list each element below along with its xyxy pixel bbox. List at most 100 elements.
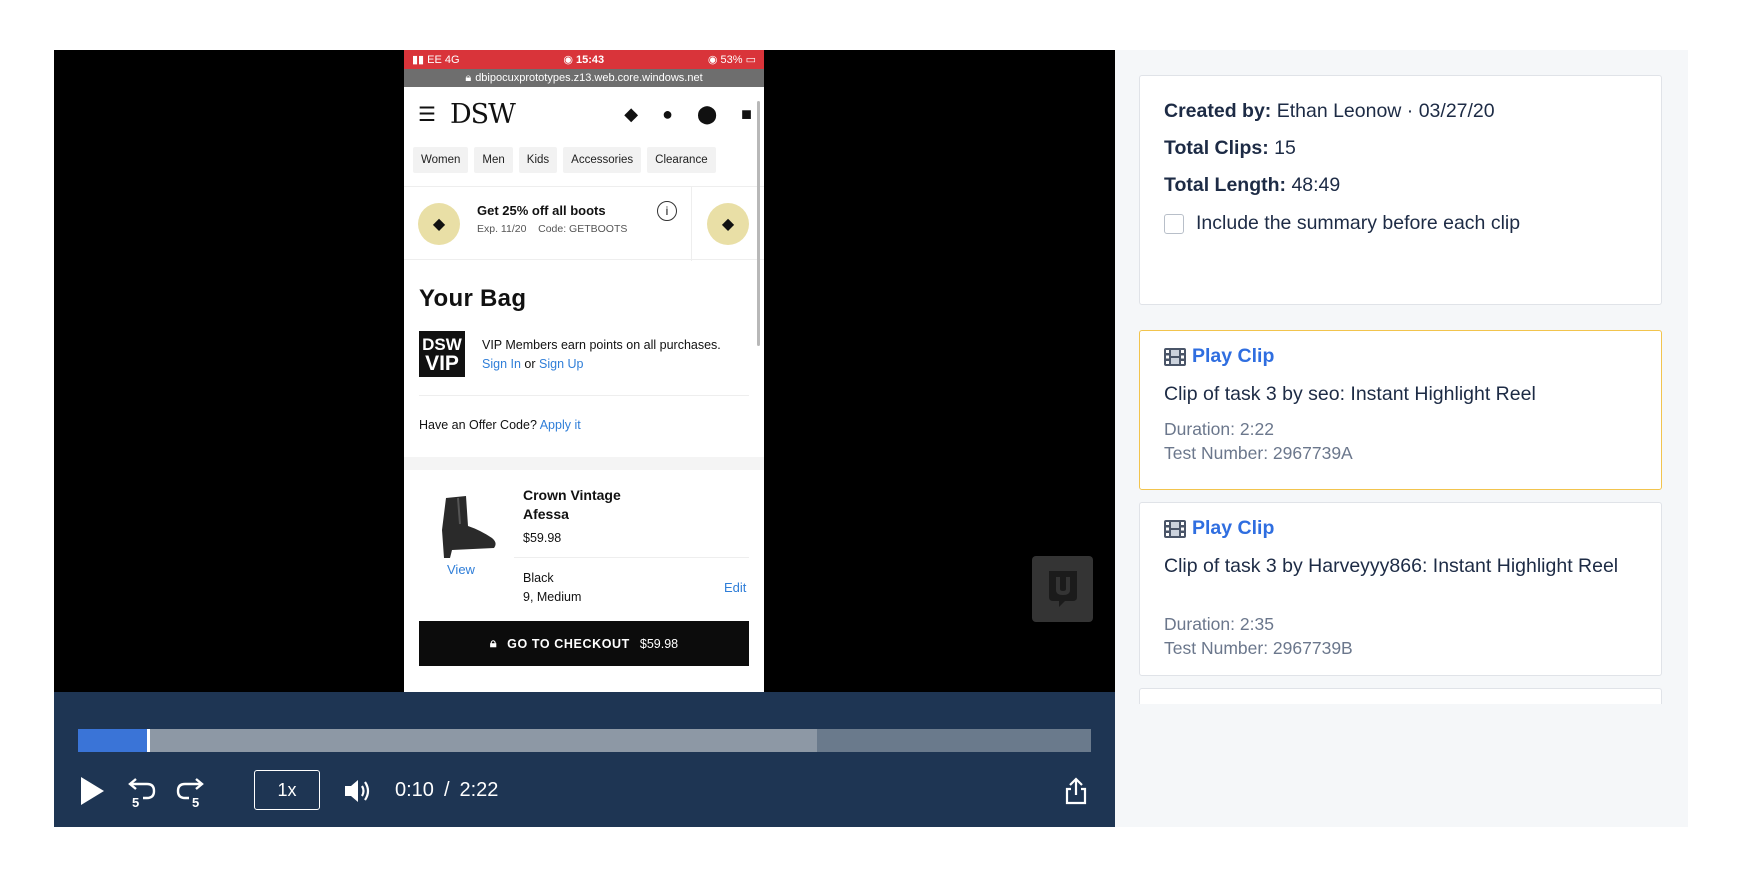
promo-code: Code: GETBOOTS — [538, 223, 628, 235]
play-icon — [81, 776, 104, 805]
rewind-5-button[interactable]: 5 — [126, 770, 158, 811]
category-men: Men — [474, 146, 513, 173]
play-clip-link[interactable]: Play Clip — [1164, 517, 1274, 540]
dsw-vip-logo: DSW VIP — [419, 331, 465, 377]
clip-card-partial[interactable] — [1139, 688, 1662, 704]
lock-icon: 🔒︎ — [465, 71, 472, 84]
promo-divider — [691, 187, 692, 261]
share-button[interactable] — [1062, 770, 1090, 811]
clip-test-number: Test Number: 2967739B — [1164, 638, 1353, 658]
vip-links: Sign In or Sign Up — [482, 357, 584, 371]
promo-tag-icon: ◆ — [418, 203, 460, 245]
progress-bar[interactable] — [78, 729, 1091, 752]
section-gap — [404, 457, 764, 470]
account-icon: ● — [662, 104, 673, 124]
total-clips: Total Clips: 15 — [1164, 137, 1296, 159]
offer-code-row: Have an Offer Code? Apply it — [419, 418, 581, 432]
rewind-5-icon: 5 — [128, 777, 156, 808]
total-time: 2:22 — [459, 779, 499, 801]
dsw-logo: DSW — [449, 99, 516, 130]
play-clip-link[interactable]: Play Clip — [1164, 345, 1274, 368]
usertesting-logo-icon — [1032, 556, 1093, 622]
category-nav: Women Men Kids Accessories Clearance — [404, 142, 764, 177]
film-icon — [1164, 347, 1186, 366]
apply-offer-link: Apply it — [539, 418, 581, 432]
clip-test-number: Test Number: 2967739A — [1164, 443, 1353, 463]
include-summary-option[interactable]: Include the summary before each clip — [1164, 212, 1520, 235]
svg-text:5: 5 — [192, 795, 199, 808]
tag-icon: ◆ — [624, 104, 639, 124]
forward-5-icon: 5 — [176, 777, 204, 808]
current-time: 0:10 — [395, 779, 434, 801]
category-clearance: Clearance — [647, 146, 716, 173]
lock-icon: 🔒︎ — [489, 636, 498, 650]
clip-duration: Duration: 2:22 — [1164, 419, 1274, 439]
signal-icon: ▮▮ — [412, 54, 425, 66]
product-size: 9, Medium — [523, 590, 582, 604]
phone-status-bar: ▮▮ EE 4G ◉ 15:43 ◉ 53% ▭ — [404, 50, 764, 69]
volume-icon — [345, 779, 370, 802]
forward-5-button[interactable]: 5 — [174, 770, 206, 811]
promo-banner: ◆ Get 25% off all boots Exp. 11/20 Code:… — [404, 186, 764, 261]
player-controls: 5 5 1x 0:10 / 2:22 — [54, 692, 1115, 827]
play-button[interactable] — [78, 770, 106, 811]
product-price: $59.98 — [523, 531, 562, 545]
phone-url: dbipocuxprototypes.z13.web.core.windows.… — [475, 72, 703, 84]
hamburger-menu-icon: ☰ — [418, 104, 436, 126]
clip-title: Clip of task 3 by seo: Instant Highlight… — [1164, 383, 1536, 405]
playback-speed-button[interactable]: 1x — [254, 770, 320, 810]
video-frame[interactable]: ▮▮ EE 4G ◉ 15:43 ◉ 53% ▭ 🔒︎ dbipocuxprot… — [54, 50, 1115, 692]
divider — [514, 557, 749, 558]
sign-in-link: Sign In — [482, 357, 521, 371]
total-length: Total Length: 48:49 — [1164, 174, 1341, 196]
promo-tag-icon-next: ◆ — [707, 203, 749, 245]
dsw-header: ☰ DSW ◆ ● ⬤ ■ — [404, 87, 764, 142]
edit-product-link: Edit — [724, 580, 747, 595]
include-summary-label[interactable]: Include the summary before each clip — [1196, 212, 1520, 235]
created-by: Created by: Ethan Leonow · 03/27/20 — [1164, 100, 1495, 122]
view-product-link: View — [447, 562, 475, 577]
orientation-lock-icon: ◉ — [707, 54, 718, 66]
info-icon: i — [657, 201, 677, 221]
time-display: 0:10 / 2:22 — [395, 779, 499, 801]
clip-list[interactable]: Play Clip Clip of task 3 by seo: Instant… — [1139, 330, 1662, 704]
vip-text: VIP Members earn points on all purchases… — [482, 338, 721, 352]
checkout-price: $59.98 — [639, 636, 679, 651]
boot-product-image — [442, 496, 496, 558]
clip-duration: Duration: 2:35 — [1164, 614, 1274, 634]
phone-scrollbar — [757, 101, 760, 346]
svg-text:5: 5 — [132, 795, 139, 808]
share-icon — [1065, 776, 1087, 804]
highlight-reel-sidebar: Created by: Ethan Leonow · 03/27/20 Tota… — [1115, 50, 1688, 827]
include-summary-checkbox[interactable] — [1164, 213, 1184, 234]
go-to-checkout-button: 🔒︎ GO TO CHECKOUT $59.98 — [419, 621, 749, 666]
phone-clock: 15:43 — [575, 54, 605, 66]
product-name: Crown Vintage Afessa — [523, 487, 621, 522]
promo-expiry: Exp. 11/20 — [477, 223, 527, 235]
progress-thumb[interactable] — [146, 729, 150, 752]
clip-title: Clip of task 3 by Harveyyy866: Instant H… — [1164, 555, 1619, 577]
phone-url-bar: 🔒︎ dbipocuxprototypes.z13.web.core.windo… — [404, 69, 764, 87]
bag-title: Your Bag — [419, 285, 527, 312]
played-range — [78, 729, 148, 752]
clip-card[interactable]: Play Clip Clip of task 3 by seo: Instant… — [1139, 330, 1662, 490]
shopping-bag-icon: ■ — [741, 104, 752, 124]
app: ▮▮ EE 4G ◉ 15:43 ◉ 53% ▭ 🔒︎ dbipocuxprot… — [54, 50, 1688, 827]
category-women: Women — [413, 146, 469, 173]
buffered-range — [78, 729, 818, 752]
reel-info-card: Created by: Ethan Leonow · 03/27/20 Tota… — [1139, 75, 1662, 305]
location-pin-icon: ⬤ — [696, 104, 718, 124]
category-accessories: Accessories — [563, 146, 642, 173]
promo-title: Get 25% off all boots — [477, 203, 606, 218]
clip-card[interactable]: Play Clip Clip of task 3 by Harveyyy866:… — [1139, 502, 1662, 676]
video-player[interactable]: ▮▮ EE 4G ◉ 15:43 ◉ 53% ▭ 🔒︎ dbipocuxprot… — [54, 50, 1115, 827]
record-icon: ◉ — [563, 54, 573, 66]
film-icon — [1164, 519, 1186, 538]
battery-icon: ▭ — [745, 54, 756, 66]
divider — [419, 395, 749, 396]
volume-button[interactable] — [342, 770, 374, 811]
product-color: Black — [523, 571, 554, 585]
sign-up-link: Sign Up — [539, 357, 584, 371]
phone-recording: ▮▮ EE 4G ◉ 15:43 ◉ 53% ▭ 🔒︎ dbipocuxprot… — [404, 50, 764, 692]
category-kids: Kids — [518, 146, 558, 173]
